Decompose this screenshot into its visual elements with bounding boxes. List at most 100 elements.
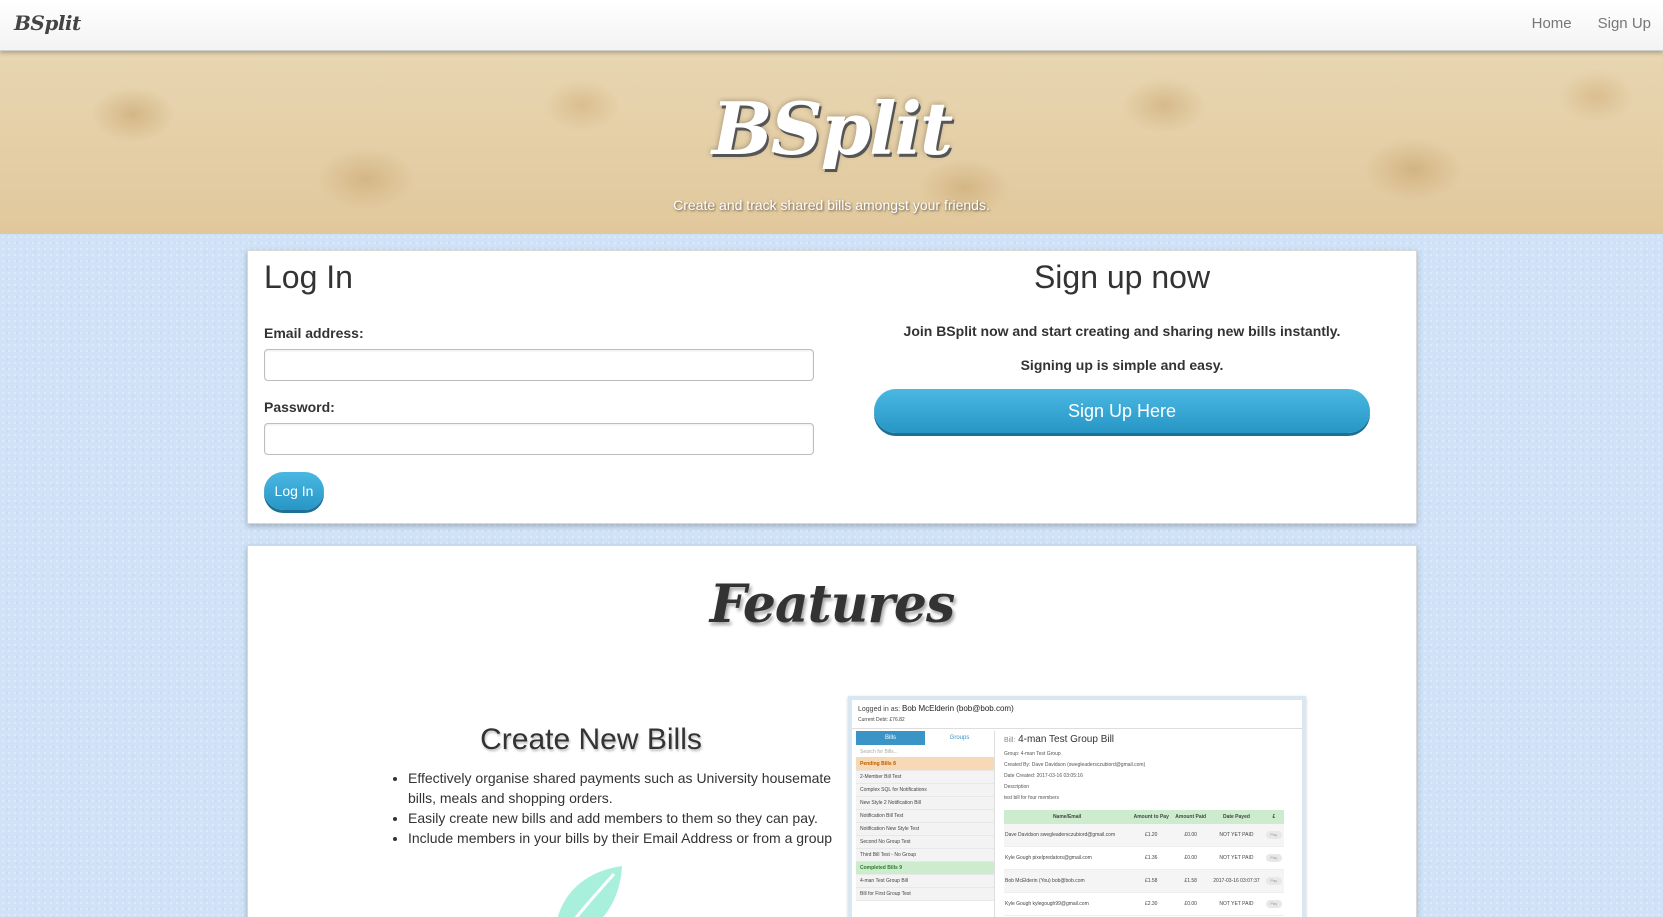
screenshot-bill-meta: Group: 4-man Test Group Created By: Dave… [1004, 749, 1294, 804]
screenshot-list-item: Complex SQL for Notifications [856, 784, 994, 797]
app-screenshot-preview: Logged in as: Bob McElderin (bob@bob.com… [848, 696, 1306, 917]
table-header: £ [1263, 810, 1284, 824]
table-row: Dave Davidson swegleadersczubiord@gmail.… [1004, 824, 1284, 847]
login-signup-panel: Log In Email address: Password: Log In S… [247, 250, 1417, 524]
pay-button: Pay [1265, 831, 1282, 839]
login-title: Log In [264, 259, 353, 295]
screenshot-list-item: Bill for First Group Test [856, 888, 994, 901]
table-cell: Kyle Gough kylegough99@gmail.com [1004, 892, 1131, 916]
table-header: Amount to Pay [1130, 810, 1173, 824]
table-cell: £0.00 [1172, 824, 1210, 847]
screenshot-members-table: Name/Email Amount to Pay Amount Paid Dat… [1004, 810, 1284, 916]
table-row: Kyle Gough kylegough99@gmail.com £2.30 £… [1004, 892, 1284, 916]
features-panel: Features Create New Bills Effectively or… [247, 545, 1417, 917]
table-row: Bob McElderin (You) bob@bob.com £1.58 £1… [1004, 869, 1284, 893]
screenshot-pending-label: Pending Bills [860, 761, 892, 767]
table-cell: £1.36 [1130, 846, 1173, 870]
screenshot-tab-bills: Bills [856, 731, 925, 745]
screenshot-completed-count: 9 [899, 865, 902, 871]
table-cell: Pay [1263, 869, 1284, 893]
hero-tagline: Create and track shared bills amongst yo… [673, 197, 990, 213]
table-header: Name/Email [1004, 810, 1131, 824]
screenshot-meta-line: Group: 4-man Test Group [1004, 751, 1061, 757]
hero-title: BSplit [711, 86, 953, 171]
screenshot-tabs: Bills Groups [856, 731, 994, 745]
email-label: Email address: [264, 325, 364, 341]
screenshot-list-item: Notification Bill Test [856, 810, 994, 823]
nav-link-sign-up[interactable]: Sign Up [1598, 15, 1651, 32]
feature-list: Effectively organise shared payments suc… [388, 768, 838, 848]
table-cell: Bob McElderin (You) bob@bob.com [1004, 869, 1131, 893]
screenshot-header: Logged in as: Bob McElderin (bob@bob.com… [858, 704, 1014, 713]
table-cell: Pay [1263, 824, 1284, 847]
screenshot-tab-groups: Groups [949, 735, 970, 741]
table-cell: Dave Davidson swegleadersczubiord@gmail.… [1004, 824, 1131, 847]
feature-bullet: Effectively organise shared payments suc… [408, 768, 838, 808]
screenshot-logged-in-user: Bob McElderin (bob@bob.com) [902, 704, 1014, 713]
screenshot-meta-line: Created By: Dave Davidson (swegleaderscz… [1004, 762, 1146, 768]
screenshot-list-item: New Style 2 Notification Bill [856, 797, 994, 810]
screenshot-list-item: 2-Member Bill Test [856, 771, 994, 784]
password-label: Password: [264, 399, 335, 415]
screenshot-list-item: Third Bill Test - No Group [856, 849, 994, 862]
email-input[interactable] [264, 349, 814, 381]
screenshot-pending-count: 8 [893, 761, 896, 767]
screenshot-completed-label: Completed Bills [860, 865, 898, 871]
navbar: BSplit Home Sign Up [0, 0, 1663, 51]
screenshot-divider [852, 728, 1302, 729]
table-cell: NOT YET PAID [1209, 892, 1264, 916]
pay-button: Pay [1265, 900, 1282, 908]
features-title: Features [709, 574, 955, 635]
table-cell: £1.58 [1172, 869, 1210, 893]
table-cell: £2.30 [1130, 892, 1173, 916]
signup-text-primary: Join BSplit now and start creating and s… [903, 323, 1341, 339]
login-form: Log In Email address: Password: Log In [264, 251, 816, 510]
signup-section: Sign up now Join BSplit now and start cr… [874, 251, 1370, 433]
table-header-row: Name/Email Amount to Pay Amount Paid Dat… [1004, 810, 1284, 824]
screenshot-bill-name: 4-man Test Group Bill [1018, 734, 1115, 745]
screenshot-sidebar: Bills Groups Search for Bills... Pending… [856, 731, 995, 917]
table-cell: £1.58 [1130, 869, 1173, 893]
table-cell: Pay [1263, 892, 1284, 916]
screenshot-completed-section: Completed Bills 9 [856, 862, 994, 875]
screenshot-list-item: Second No Group Test [856, 836, 994, 849]
nav-links: Home Sign Up [1532, 15, 1651, 32]
screenshot-bill-detail: Bill: 4-man Test Group Bill Group: 4-man… [1004, 734, 1294, 916]
table-cell: 2017-03-16 03:07:37 [1209, 869, 1264, 893]
table-header: Amount Paid [1172, 810, 1210, 824]
table-row: Kyle Gough pixelpredators@gmail.com £1.3… [1004, 846, 1284, 870]
screenshot-bill-label: Bill: [1004, 737, 1016, 744]
signup-text-secondary: Signing up is simple and easy. [1020, 357, 1224, 373]
pay-button: Pay [1265, 877, 1282, 885]
feature-heading: Create New Bills [480, 723, 702, 756]
screenshot-meta-line: Date Created: 2017-03-16 03:05:16 [1004, 773, 1083, 779]
table-cell: £0.00 [1172, 892, 1210, 916]
brand-logo[interactable]: BSplit [14, 11, 81, 35]
nav-link-home[interactable]: Home [1532, 15, 1572, 32]
screenshot-logged-in-label: Logged in as: [858, 706, 901, 713]
table-cell: NOT YET PAID [1209, 824, 1264, 847]
table-cell: Pay [1263, 846, 1284, 870]
pay-button: Pay [1265, 854, 1282, 862]
table-cell: £0.00 [1172, 846, 1210, 870]
hero-banner: BSplit Create and track shared bills amo… [0, 50, 1663, 234]
table-cell: £1.20 [1130, 824, 1173, 847]
screenshot-meta-line: Description [1004, 784, 1030, 790]
screenshot-list-item: Notification New Style Test [856, 823, 994, 836]
table-header: Date Payed [1209, 810, 1264, 824]
screenshot-bill-title: Bill: 4-man Test Group Bill [1004, 734, 1294, 745]
table-cell: NOT YET PAID [1209, 846, 1264, 870]
feature-bullet: Easily create new bills and add members … [408, 808, 838, 828]
screenshot-pending-section: Pending Bills 8 [856, 758, 994, 771]
leaf-icon [557, 866, 622, 917]
signup-title: Sign up now [1033, 259, 1211, 295]
table-cell: Kyle Gough pixelpredators@gmail.com [1004, 846, 1131, 870]
feature-bullet: Include members in your bills by their E… [408, 828, 838, 848]
password-input[interactable] [264, 423, 814, 455]
sign-up-here-button[interactable]: Sign Up Here [874, 389, 1370, 433]
screenshot-search: Search for Bills... [856, 747, 994, 758]
login-button[interactable]: Log In [264, 472, 324, 510]
screenshot-list-item: 4-man Test Group Bill [856, 875, 994, 888]
screenshot-meta-line: test bill for four members [1004, 795, 1060, 801]
screenshot-current-debt: Current Debt: £76.82 [858, 717, 905, 723]
